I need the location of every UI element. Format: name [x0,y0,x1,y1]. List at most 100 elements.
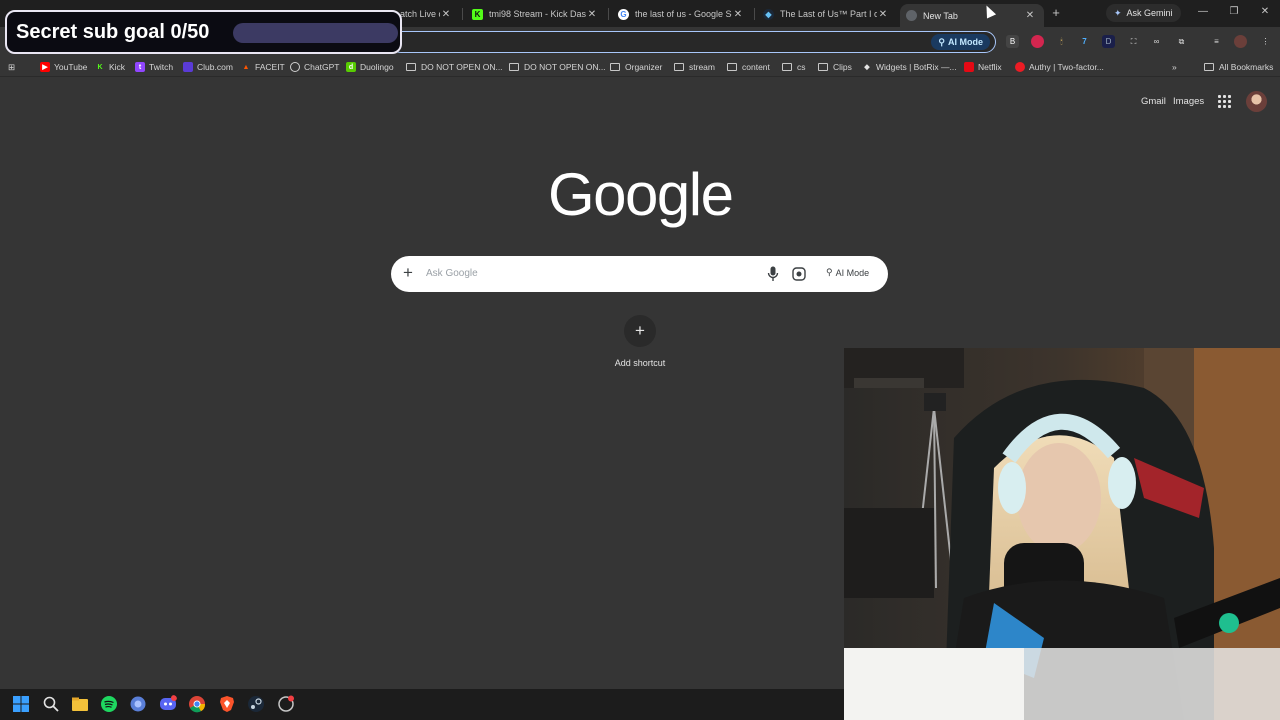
google-apps-icon[interactable] [1218,95,1231,108]
minimize-icon[interactable]: — [1196,6,1210,17]
chrome-icon [906,10,917,21]
bookmark-folder[interactable]: Clips [818,60,852,74]
app-icon[interactable] [129,695,147,713]
apps-grid-icon[interactable]: ⊞ [8,60,15,74]
window-close-icon[interactable]: ✕ [1258,6,1272,17]
brave-icon[interactable] [218,695,236,713]
omnibox-ai-mode-button[interactable]: ⚲ AI Mode [931,34,990,50]
club-icon [183,62,193,72]
bookmark-authy[interactable]: Authy | Two-factor... [1015,60,1104,74]
bookmark-label: cs [797,62,806,72]
restore-icon[interactable]: ❐ [1227,6,1241,17]
tab-steam[interactable]: ◆ The Last of Us™ Part I on St ✕ [757,4,897,24]
folder-icon [782,63,792,71]
bookmark-folder[interactable]: DO NOT OPEN ON... [406,60,503,74]
google-logo: Google [548,161,734,228]
profile-avatar-icon[interactable] [1234,35,1247,48]
extension-icon[interactable]: ⛶ [1127,35,1140,48]
ask-gemini-button[interactable]: ✦ Ask Gemini [1106,4,1181,22]
add-shortcut-button[interactable]: + [624,315,656,347]
bookmark-folder[interactable]: content [727,60,770,74]
close-icon[interactable]: ✕ [586,9,598,20]
bookmark-chatgpt[interactable]: ChatGPT [290,60,339,74]
plus-icon[interactable]: + [403,264,413,282]
close-icon[interactable]: ✕ [877,9,889,20]
spotify-icon[interactable] [100,695,118,713]
extension-icon[interactable]: 🕯 [1055,35,1068,48]
google-lens-icon[interactable] [792,267,806,281]
bookmark-folder[interactable]: DO NOT OPEN ON... [509,60,606,74]
bookmark-folder[interactable]: cs [782,60,806,74]
bookmark-youtube[interactable]: ▶ YouTube [40,60,87,74]
bookmark-folder[interactable]: stream [674,60,715,74]
extensions-puzzle-icon[interactable]: ⧉ [1175,35,1188,48]
close-icon[interactable]: ✕ [732,9,744,20]
kick-icon: K [97,63,103,71]
extension-icon[interactable]: D [1102,35,1115,48]
tab-new-tab[interactable]: New Tab ✕ [900,4,1044,27]
file-explorer-icon[interactable] [71,695,89,713]
bookmark-club[interactable]: Club.com [183,60,233,74]
extension-icon[interactable]: 7 [1078,35,1091,48]
bookmark-label: Twitch [149,62,174,72]
bookmarks-bar: ⊞ ▶ YouTube K Kick t Twitch Club.com ▲ FACEI… [0,57,1280,77]
search-icon[interactable] [42,695,60,713]
all-bookmarks-button[interactable]: All Bookmarks [1204,60,1273,74]
close-icon[interactable]: ✕ [440,9,452,20]
folder-icon [674,63,684,71]
tab-google-search[interactable]: G the last of us - Google Sear ✕ [612,4,752,24]
bookmark-label: Netflix [978,62,1002,72]
bookmark-label: DO NOT OPEN ON... [524,62,606,72]
tab-title: tmi98 Stream - Kick Dashbo [489,9,586,19]
folder-icon [818,63,828,71]
folder-icon [727,63,737,71]
tab-title: New Tab [923,10,958,21]
bookmark-label: Kick [109,62,126,72]
bookmark-twitch[interactable]: t Twitch [135,60,173,74]
gemini-icon: ✦ [1114,7,1122,18]
duolingo-icon: d [346,62,356,72]
search-input[interactable]: Ask Google [426,268,478,279]
search-box[interactable]: + Ask Google ⚲ AI Mode [391,256,888,292]
chatgpt-icon [290,62,300,72]
bookmark-faceit[interactable]: ▲ FACEIT [241,60,285,74]
steam-icon: ◆ [763,8,774,20]
bookmark-netflix[interactable]: Netflix [964,60,1002,74]
sub-goal-text: Secret sub goal 0/50 [16,21,210,43]
address-bar[interactable]: ⚲ AI Mode [390,31,996,53]
ai-mode-button[interactable]: ⚲ AI Mode [826,267,869,278]
steam-icon[interactable] [247,695,265,713]
tab-watch-live[interactable]: atch Live o ✕ [394,4,460,24]
windows-start-icon[interactable] [12,695,30,713]
extension-icon[interactable]: ∞ [1150,35,1163,48]
close-icon[interactable]: ✕ [1024,10,1036,21]
app-icon[interactable] [277,695,295,713]
google-icon: G [618,8,629,20]
tab-search-icon[interactable]: ≡ [1210,35,1223,48]
extension-icon[interactable]: B [1006,35,1019,48]
discord-icon[interactable] [159,695,177,713]
bookmark-label: Widgets | BotRix —... [876,62,957,72]
tab-title: The Last of Us™ Part I on St [780,9,877,19]
account-avatar[interactable] [1246,91,1267,112]
menu-dots-icon[interactable]: ⋮ [1259,35,1272,48]
bookmark-duolingo[interactable]: d Duolingo [346,60,394,74]
bookmarks-overflow-icon[interactable]: » [1172,60,1177,74]
bookmark-botrix[interactable]: ◆ Widgets | BotRix —... [862,60,957,74]
gmail-link[interactable]: Gmail [1141,96,1166,107]
bookmark-kick[interactable]: K Kick [95,60,125,74]
extension-icon[interactable] [1031,35,1044,48]
chrome-icon[interactable] [188,695,206,713]
bookmark-label: content [742,62,770,72]
new-tab-button[interactable]: + [1048,5,1064,21]
microphone-icon[interactable] [767,266,779,282]
bookmark-folder[interactable]: Organizer [610,60,662,74]
kick-icon: K [472,8,483,20]
folder-icon [1204,63,1214,71]
add-shortcut-label: Add shortcut [614,358,666,368]
screen: atch Live o ✕ K tmi98 Stream - Kick Dash… [0,0,1280,720]
images-link[interactable]: Images [1173,96,1204,107]
sub-goal-progress-bar [233,23,398,43]
tab-kick-dashboard[interactable]: K tmi98 Stream - Kick Dashbo ✕ [466,4,606,24]
folder-icon [406,63,416,71]
